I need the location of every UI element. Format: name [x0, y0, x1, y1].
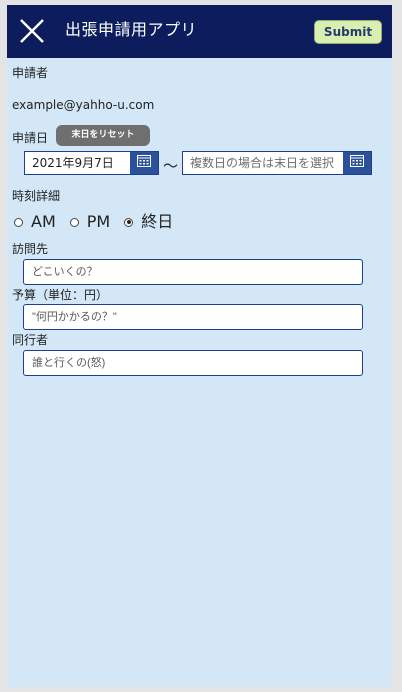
calendar-icon	[350, 152, 364, 174]
applicant-label: 申請者	[12, 66, 49, 80]
destination-input[interactable]	[23, 259, 363, 285]
companion-label: 同行者	[12, 333, 49, 347]
app-header: 出張申請用アプリ Submit	[7, 5, 392, 58]
budget-input[interactable]	[23, 304, 363, 330]
radio-label-pm: PM	[86, 212, 111, 231]
calendar-icon	[137, 152, 151, 174]
radio-pm[interactable]: PM	[69, 211, 111, 233]
start-date-picker[interactable]: 2021年9月7日	[24, 151, 159, 175]
destination-label: 訪問先	[12, 242, 49, 256]
start-calendar-button[interactable]	[130, 152, 158, 174]
end-calendar-button[interactable]	[343, 152, 371, 174]
radio-button	[69, 217, 79, 227]
close-icon[interactable]	[20, 19, 44, 43]
date-label: 申請日	[12, 131, 49, 145]
radio-label-all-day: 終日	[141, 212, 174, 231]
app-screen: 出張申請用アプリ Submit 申請者 example@yahho-u.com …	[7, 5, 392, 687]
radio-am[interactable]: AM	[14, 211, 56, 233]
radio-button	[14, 217, 23, 227]
radio-label-am: AM	[31, 212, 56, 231]
applicant-value: example@yahho-u.com	[12, 98, 155, 112]
companion-input[interactable]	[23, 350, 363, 376]
time-detail-label: 時刻詳細	[12, 189, 61, 203]
app-title: 出張申請用アプリ	[65, 20, 198, 39]
end-date-placeholder: 複数日の場合は末日を選択	[190, 156, 335, 170]
budget-label: 予算（単位：円）	[12, 288, 109, 302]
submit-button[interactable]: Submit	[314, 20, 382, 44]
date-range-separator: 〜	[163, 157, 179, 175]
radio-button-selected	[124, 217, 134, 227]
radio-all-day[interactable]: 終日	[124, 211, 173, 233]
reset-end-date-button[interactable]: 末日をリセット	[56, 125, 150, 146]
time-radio-group: AM PM 終日	[14, 211, 187, 233]
start-date-value: 2021年9月7日	[32, 156, 114, 170]
end-date-picker[interactable]: 複数日の場合は末日を選択	[182, 151, 372, 175]
